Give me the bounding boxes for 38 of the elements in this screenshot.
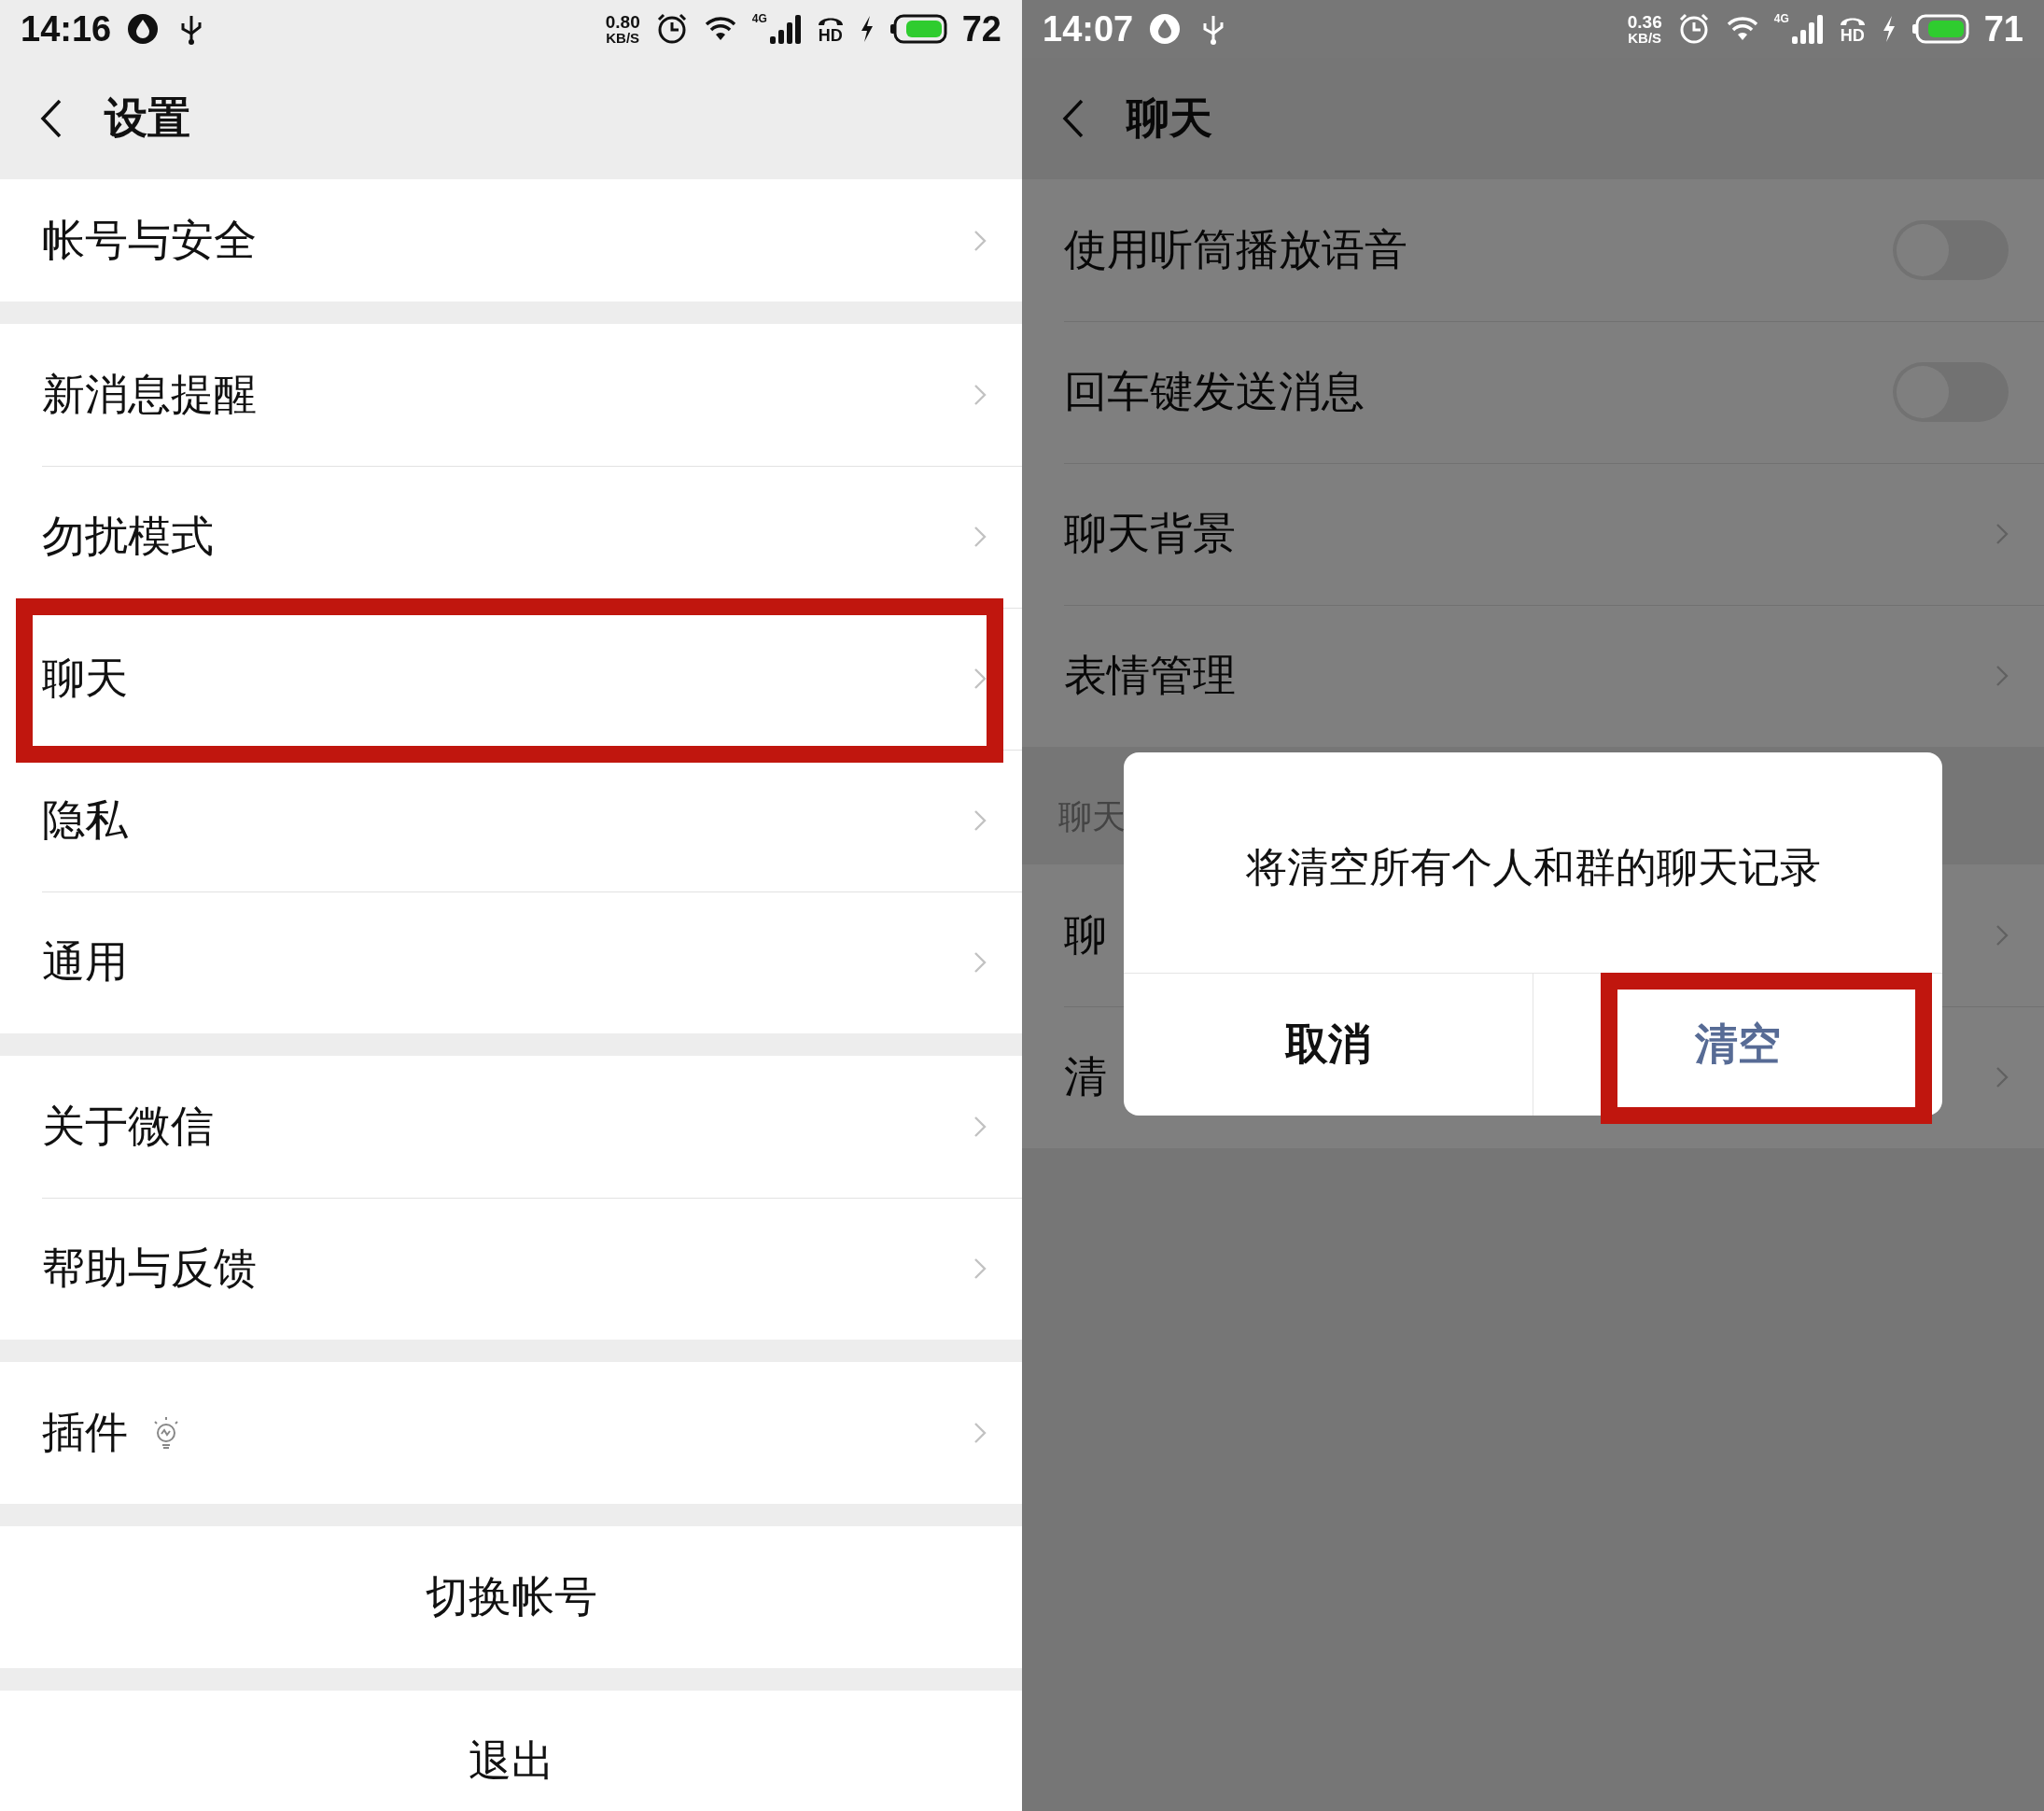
battery-icon <box>1911 14 1969 44</box>
dialog-button[interactable]: 取消 <box>1124 974 1533 1116</box>
hd-label: HD <box>818 27 843 44</box>
chevron-right-icon <box>1995 665 2009 687</box>
chevron-right-icon <box>973 526 987 548</box>
battery-level: 71 <box>1983 8 2023 49</box>
chevron-right-icon <box>973 384 987 406</box>
status-time: 14:16 <box>21 8 112 49</box>
charging-icon <box>1881 16 1897 42</box>
battery-level: 72 <box>961 8 1001 49</box>
chevron-right-icon <box>973 809 987 832</box>
back-icon[interactable] <box>39 98 63 139</box>
page-title: 聊天 <box>1127 92 1212 144</box>
signal-icon <box>1789 12 1824 46</box>
network-label: 4G <box>1773 12 1789 25</box>
battery-icon <box>889 14 947 44</box>
chevron-right-icon <box>1995 1066 2009 1088</box>
signal-icon <box>767 12 802 46</box>
chevron-right-icon <box>973 667 987 690</box>
status-time: 14:07 <box>1043 8 1134 49</box>
drop-icon <box>126 12 161 46</box>
dialog-message: 将清空所有个人和群的聊天记录 <box>1245 842 1821 891</box>
network-label: 4G <box>751 12 767 25</box>
chevron-right-icon <box>973 1422 987 1444</box>
chevron-right-icon <box>973 951 987 974</box>
chevron-right-icon <box>1995 523 2009 545</box>
chevron-right-icon <box>973 1257 987 1280</box>
action-button[interactable]: 退出 <box>0 1691 1022 1811</box>
hd-label: HD <box>1840 27 1865 44</box>
drop-icon <box>1148 12 1183 46</box>
chevron-right-icon <box>973 229 987 252</box>
page-title: 设置 <box>105 92 190 144</box>
network-speed: 0.80 KB/S <box>605 13 640 45</box>
network-speed: 0.36 KB/S <box>1627 13 1662 45</box>
chevron-right-icon <box>1995 924 2009 947</box>
chevron-right-icon <box>973 1116 987 1138</box>
action-button[interactable]: 切换帐号 <box>0 1526 1022 1668</box>
charging-icon <box>859 16 875 42</box>
